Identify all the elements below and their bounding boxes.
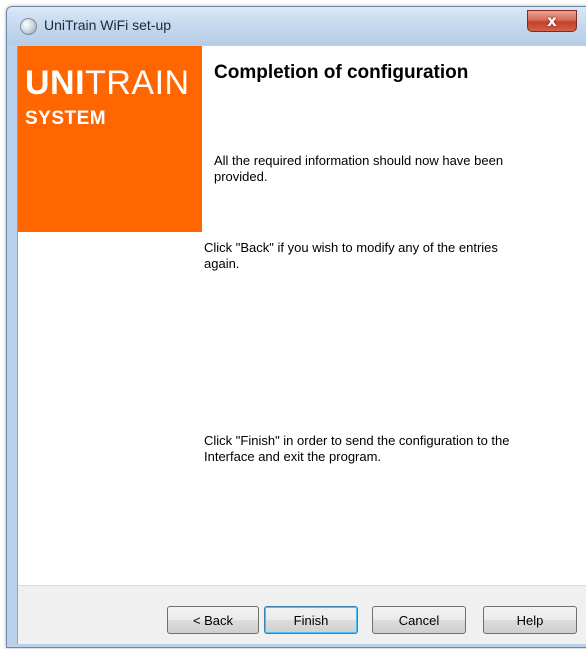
page-title: Completion of configuration	[214, 62, 469, 83]
brand-logo-bold: UNI	[25, 64, 86, 102]
back-button[interactable]: < Back	[167, 606, 259, 634]
wizard-body: UNITRAIN SYSTEM Completion of configurat…	[17, 46, 586, 644]
help-button[interactable]: Help	[483, 606, 577, 634]
title-bar[interactable]: UniTrain WiFi set-up x	[7, 7, 586, 45]
app-icon	[20, 18, 37, 35]
info-text-completion: All the required information should now …	[214, 153, 504, 184]
cancel-button[interactable]: Cancel	[372, 606, 466, 634]
info-text-finish: Click "Finish" in order to send the conf…	[204, 433, 510, 464]
close-icon: x	[547, 12, 557, 30]
brand-logo: UNITRAIN SYSTEM	[18, 46, 202, 232]
window-title: UniTrain WiFi set-up	[44, 17, 172, 33]
wizard-window: UniTrain WiFi set-up x UNITRAIN SYSTEM C…	[6, 6, 586, 648]
brand-logo-subtitle: SYSTEM	[25, 108, 107, 129]
brand-logo-regular: TRAIN	[85, 64, 190, 102]
brand-logo-title: UNITRAIN	[25, 64, 190, 103]
button-bar: < Back Finish Cancel Help	[18, 585, 586, 644]
info-text-back: Click "Back" if you wish to modify any o…	[204, 240, 498, 271]
finish-button[interactable]: Finish	[264, 606, 358, 634]
close-button[interactable]: x	[527, 10, 577, 32]
